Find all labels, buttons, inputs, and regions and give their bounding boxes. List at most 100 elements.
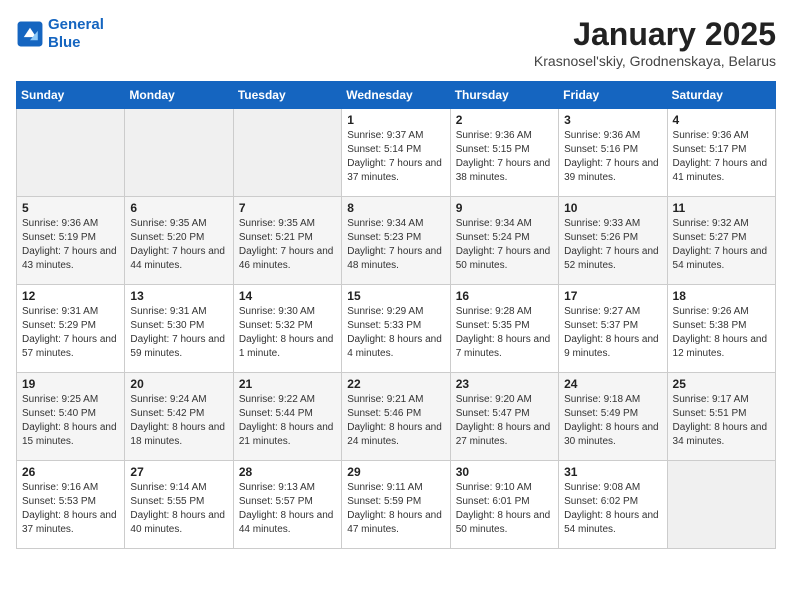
calendar-cell xyxy=(667,461,775,549)
cell-info: Sunrise: 9:25 AMSunset: 5:40 PMDaylight:… xyxy=(22,393,119,449)
day-number: 6 xyxy=(130,201,227,215)
calendar-cell: 7 Sunrise: 9:35 AMSunset: 5:21 PMDaylight… xyxy=(233,197,341,285)
calendar-cell: 6 Sunrise: 9:35 AMSunset: 5:20 PMDaylight… xyxy=(125,197,233,285)
calendar-cell: 12Sunrise: 9:31 AMSunset: 5:29 PMDayligh… xyxy=(17,285,125,373)
cell-info: Sunrise: 9:11 AMSunset: 5:59 PMDaylight:… xyxy=(347,481,444,537)
cell-info: Sunrise: 9:37 AMSunset: 5:14 PMDaylight:… xyxy=(347,129,444,185)
day-number: 27 xyxy=(130,465,227,479)
calendar-cell xyxy=(233,109,341,197)
calendar-cell: 9 Sunrise: 9:34 AMSunset: 5:24 PMDaylight… xyxy=(450,197,558,285)
calendar-cell xyxy=(125,109,233,197)
logo-text: General Blue xyxy=(48,16,104,52)
cell-info: Sunrise: 9:36 AMSunset: 5:19 PMDaylight:… xyxy=(22,217,119,273)
day-number: 4 xyxy=(673,113,770,127)
cell-info: Sunrise: 9:35 AMSunset: 5:21 PMDaylight:… xyxy=(239,217,336,273)
day-number: 8 xyxy=(347,201,444,215)
logo-icon xyxy=(16,20,44,48)
day-number: 22 xyxy=(347,377,444,391)
calendar-cell: 24Sunrise: 9:18 AMSunset: 5:49 PMDayligh… xyxy=(559,373,667,461)
cell-info: Sunrise: 9:17 AMSunset: 5:51 PMDaylight:… xyxy=(673,393,770,449)
day-number: 16 xyxy=(456,289,553,303)
day-number: 2 xyxy=(456,113,553,127)
cell-info: Sunrise: 9:26 AMSunset: 5:38 PMDaylight:… xyxy=(673,305,770,361)
cell-info: Sunrise: 9:36 AMSunset: 5:17 PMDaylight:… xyxy=(673,129,770,185)
cell-info: Sunrise: 9:29 AMSunset: 5:33 PMDaylight:… xyxy=(347,305,444,361)
cell-info: Sunrise: 9:13 AMSunset: 5:57 PMDaylight:… xyxy=(239,481,336,537)
weekday-monday: Monday xyxy=(125,82,233,109)
day-number: 21 xyxy=(239,377,336,391)
weekday-wednesday: Wednesday xyxy=(342,82,450,109)
calendar-cell: 25 Sunrise: 9:17 AMSunset: 5:51 PMDayligh… xyxy=(667,373,775,461)
weekday-thursday: Thursday xyxy=(450,82,558,109)
day-number: 9 xyxy=(456,201,553,215)
calendar-body: 1 Sunrise: 9:37 AMSunset: 5:14 PMDaylight… xyxy=(17,109,776,549)
calendar-cell: 30 Sunrise: 9:10 AMSunset: 6:01 PMDayligh… xyxy=(450,461,558,549)
calendar-cell: 17Sunrise: 9:27 AMSunset: 5:37 PMDayligh… xyxy=(559,285,667,373)
calendar-cell: 1 Sunrise: 9:37 AMSunset: 5:14 PMDaylight… xyxy=(342,109,450,197)
cell-info: Sunrise: 9:10 AMSunset: 6:01 PMDaylight:… xyxy=(456,481,553,537)
calendar-cell: 31Sunrise: 9:08 AMSunset: 6:02 PMDayligh… xyxy=(559,461,667,549)
cell-info: Sunrise: 9:21 AMSunset: 5:46 PMDaylight:… xyxy=(347,393,444,449)
calendar-cell: 26 Sunrise: 9:16 AMSunset: 5:53 PMDayligh… xyxy=(17,461,125,549)
day-number: 5 xyxy=(22,201,119,215)
calendar-cell: 5 Sunrise: 9:36 AMSunset: 5:19 PMDaylight… xyxy=(17,197,125,285)
title-block: January 2025 Krasnosel'skiy, Grodnenskay… xyxy=(534,16,776,69)
day-number: 11 xyxy=(673,201,770,215)
cell-info: Sunrise: 9:36 AMSunset: 5:15 PMDaylight:… xyxy=(456,129,553,185)
week-row-1: 1 Sunrise: 9:37 AMSunset: 5:14 PMDaylight… xyxy=(17,109,776,197)
calendar-cell: 8 Sunrise: 9:34 AMSunset: 5:23 PMDaylight… xyxy=(342,197,450,285)
calendar-cell: 21 Sunrise: 9:22 AMSunset: 5:44 PMDayligh… xyxy=(233,373,341,461)
calendar-cell: 2 Sunrise: 9:36 AMSunset: 5:15 PMDaylight… xyxy=(450,109,558,197)
cell-info: Sunrise: 9:34 AMSunset: 5:24 PMDaylight:… xyxy=(456,217,553,273)
cell-info: Sunrise: 9:33 AMSunset: 5:26 PMDaylight:… xyxy=(564,217,661,273)
day-number: 25 xyxy=(673,377,770,391)
day-number: 15 xyxy=(347,289,444,303)
day-number: 23 xyxy=(456,377,553,391)
day-number: 10 xyxy=(564,201,661,215)
logo: General Blue xyxy=(16,16,104,52)
day-number: 26 xyxy=(22,465,119,479)
cell-info: Sunrise: 9:27 AMSunset: 5:37 PMDaylight:… xyxy=(564,305,661,361)
calendar-cell: 10 Sunrise: 9:33 AMSunset: 5:26 PMDayligh… xyxy=(559,197,667,285)
page-header: General Blue January 2025 Krasnosel'skiy… xyxy=(16,16,776,69)
calendar-cell: 4 Sunrise: 9:36 AMSunset: 5:17 PMDaylight… xyxy=(667,109,775,197)
day-number: 1 xyxy=(347,113,444,127)
calendar-cell: 11 Sunrise: 9:32 AMSunset: 5:27 PMDayligh… xyxy=(667,197,775,285)
day-number: 29 xyxy=(347,465,444,479)
cell-info: Sunrise: 9:32 AMSunset: 5:27 PMDaylight:… xyxy=(673,217,770,273)
cell-info: Sunrise: 9:31 AMSunset: 5:30 PMDaylight:… xyxy=(130,305,227,361)
weekday-header-row: SundayMondayTuesdayWednesdayThursdayFrid… xyxy=(17,82,776,109)
calendar-cell xyxy=(17,109,125,197)
week-row-4: 19 Sunrise: 9:25 AMSunset: 5:40 PMDayligh… xyxy=(17,373,776,461)
calendar-cell: 20 Sunrise: 9:24 AMSunset: 5:42 PMDayligh… xyxy=(125,373,233,461)
calendar-cell: 29 Sunrise: 9:11 AMSunset: 5:59 PMDayligh… xyxy=(342,461,450,549)
cell-info: Sunrise: 9:35 AMSunset: 5:20 PMDaylight:… xyxy=(130,217,227,273)
weekday-friday: Friday xyxy=(559,82,667,109)
cell-info: Sunrise: 9:34 AMSunset: 5:23 PMDaylight:… xyxy=(347,217,444,273)
calendar-cell: 19 Sunrise: 9:25 AMSunset: 5:40 PMDayligh… xyxy=(17,373,125,461)
calendar-cell: 15 Sunrise: 9:29 AMSunset: 5:33 PMDayligh… xyxy=(342,285,450,373)
day-number: 19 xyxy=(22,377,119,391)
cell-info: Sunrise: 9:16 AMSunset: 5:53 PMDaylight:… xyxy=(22,481,119,537)
cell-info: Sunrise: 9:20 AMSunset: 5:47 PMDaylight:… xyxy=(456,393,553,449)
cell-info: Sunrise: 9:30 AMSunset: 5:32 PMDaylight:… xyxy=(239,305,336,361)
week-row-5: 26 Sunrise: 9:16 AMSunset: 5:53 PMDayligh… xyxy=(17,461,776,549)
cell-info: Sunrise: 9:14 AMSunset: 5:55 PMDaylight:… xyxy=(130,481,227,537)
cell-info: Sunrise: 9:36 AMSunset: 5:16 PMDaylight:… xyxy=(564,129,661,185)
day-number: 31 xyxy=(564,465,661,479)
cell-info: Sunrise: 9:18 AMSunset: 5:49 PMDaylight:… xyxy=(564,393,661,449)
day-number: 28 xyxy=(239,465,336,479)
day-number: 13 xyxy=(130,289,227,303)
day-number: 30 xyxy=(456,465,553,479)
weekday-sunday: Sunday xyxy=(17,82,125,109)
cell-info: Sunrise: 9:31 AMSunset: 5:29 PMDaylight:… xyxy=(22,305,119,361)
cell-info: Sunrise: 9:24 AMSunset: 5:42 PMDaylight:… xyxy=(130,393,227,449)
day-number: 20 xyxy=(130,377,227,391)
week-row-3: 12Sunrise: 9:31 AMSunset: 5:29 PMDayligh… xyxy=(17,285,776,373)
calendar-cell: 23 Sunrise: 9:20 AMSunset: 5:47 PMDayligh… xyxy=(450,373,558,461)
cell-info: Sunrise: 9:22 AMSunset: 5:44 PMDaylight:… xyxy=(239,393,336,449)
day-number: 7 xyxy=(239,201,336,215)
location: Krasnosel'skiy, Grodnenskaya, Belarus xyxy=(534,53,776,69)
cell-info: Sunrise: 9:28 AMSunset: 5:35 PMDaylight:… xyxy=(456,305,553,361)
weekday-saturday: Saturday xyxy=(667,82,775,109)
